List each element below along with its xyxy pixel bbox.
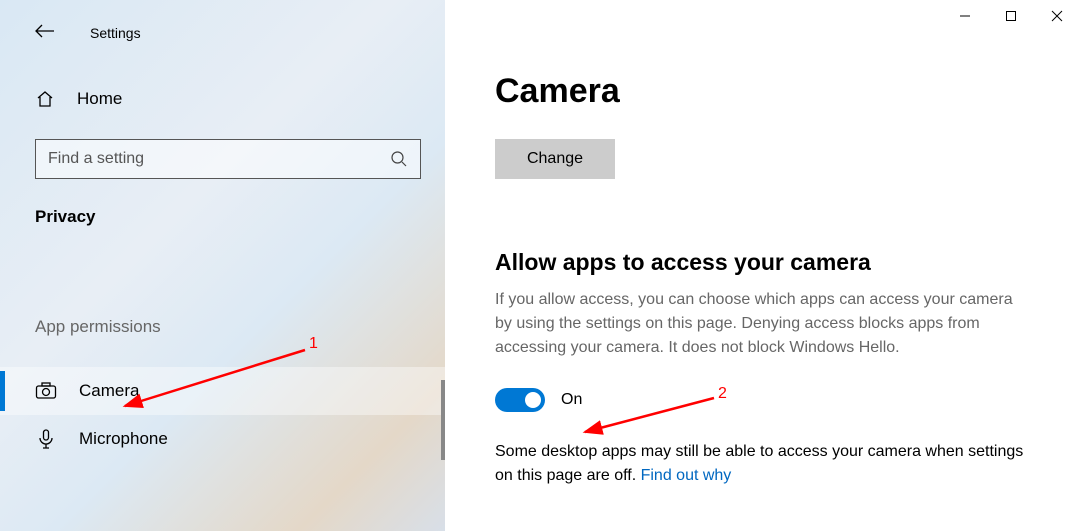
allow-heading: Allow apps to access your camera — [495, 249, 1030, 276]
footnote: Some desktop apps may still be able to a… — [495, 440, 1030, 488]
search-icon — [390, 150, 408, 168]
sidebar-home[interactable]: Home — [0, 75, 445, 123]
category-label: Privacy — [0, 179, 445, 227]
search-input[interactable] — [48, 150, 390, 168]
camera-icon — [35, 381, 57, 401]
search-box[interactable] — [35, 139, 421, 179]
sidebar-item-camera[interactable]: Camera — [0, 367, 445, 415]
sidebar: Settings Home Privacy App permissions Ca… — [0, 0, 445, 531]
footnote-link[interactable]: Find out why — [641, 467, 732, 484]
sidebar-item-label: Microphone — [79, 429, 168, 449]
section-label: App permissions — [0, 317, 445, 337]
sidebar-item-label: Camera — [79, 381, 139, 401]
close-button[interactable] — [1034, 0, 1080, 32]
footnote-text: Some desktop apps may still be able to a… — [495, 443, 1023, 484]
sidebar-item-microphone[interactable]: Microphone — [0, 415, 445, 463]
home-label: Home — [77, 89, 122, 109]
sidebar-header: Settings — [0, 0, 445, 65]
window-title: Settings — [90, 25, 141, 41]
minimize-button[interactable] — [942, 0, 988, 32]
content: Camera Change Allow apps to access your … — [445, 0, 1080, 531]
toggle-state-label: On — [561, 391, 582, 409]
change-button[interactable]: Change — [495, 139, 615, 179]
window-controls — [942, 0, 1080, 32]
microphone-icon — [35, 429, 57, 449]
nav-block: Camera Microphone — [0, 367, 445, 463]
search-row — [0, 139, 445, 179]
allow-description: If you allow access, you can choose whic… — [495, 288, 1030, 360]
page-title: Camera — [495, 72, 1030, 111]
home-icon — [35, 89, 55, 109]
annotation-label-2: 2 — [718, 385, 727, 403]
allow-toggle[interactable] — [495, 388, 545, 412]
annotation-label-1: 1 — [309, 335, 318, 353]
toggle-knob — [525, 392, 541, 408]
toggle-row: On — [495, 388, 1030, 412]
back-icon[interactable] — [26, 18, 62, 47]
maximize-button[interactable] — [988, 0, 1034, 32]
